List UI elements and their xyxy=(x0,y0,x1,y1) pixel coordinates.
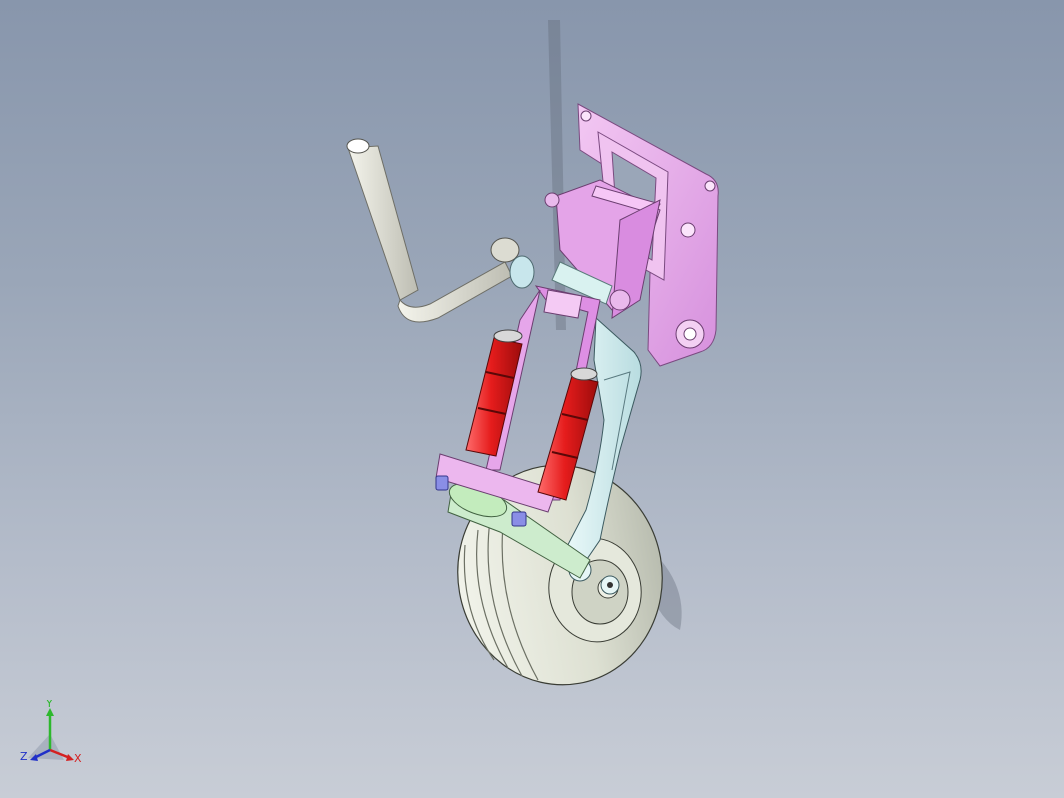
landing-gear-model[interactable] xyxy=(0,0,1064,798)
y-axis-label: Y xyxy=(45,700,53,710)
z-axis-label: Z xyxy=(20,750,28,763)
x-axis-label: X xyxy=(74,752,82,765)
coordinate-triad: Y X Z xyxy=(20,700,82,765)
tow-handle[interactable] xyxy=(346,138,520,323)
graphics-viewport[interactable]: Y X Z xyxy=(0,0,1064,798)
triad-plane xyxy=(28,734,64,760)
x-axis-arrow-icon xyxy=(66,754,74,761)
